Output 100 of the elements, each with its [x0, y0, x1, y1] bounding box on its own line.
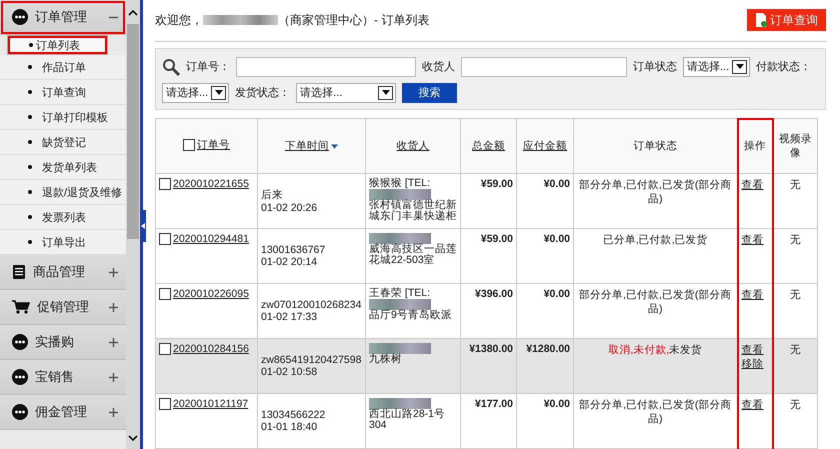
- address-line: 西北山路28-1号: [369, 409, 446, 420]
- menu-item[interactable]: 订单列表: [7, 35, 108, 55]
- buyer-name: 13001636767: [261, 244, 326, 256]
- field-label: 付款状态：: [756, 60, 812, 74]
- address-line: 威海高技区一品莲: [369, 244, 457, 255]
- menu-item[interactable]: 发货单列表: [0, 155, 126, 180]
- column-header[interactable]: 订单号: [156, 118, 258, 174]
- checkbox[interactable]: [159, 178, 171, 190]
- checkbox[interactable]: [159, 233, 171, 245]
- order-number-link[interactable]: 2020010121197: [173, 398, 248, 410]
- action-link[interactable]: 查看: [742, 399, 764, 411]
- column-header[interactable]: 总金额: [460, 118, 516, 174]
- table-cell: 无: [772, 394, 818, 448]
- sidebar-toggle[interactable]: [140, 210, 146, 242]
- checkbox[interactable]: [183, 139, 195, 151]
- order-status: 取消,未付款,未发货: [574, 338, 738, 394]
- order-time: 01-02 20:14: [261, 256, 318, 268]
- order-number-link[interactable]: 2020010226095: [173, 288, 249, 300]
- table-cell: ¥0.00: [516, 228, 574, 284]
- redacted-block: [369, 189, 431, 200]
- dropdown-icon: [732, 60, 748, 74]
- shipping-status-select[interactable]: 请选择...: [296, 82, 396, 102]
- address-line: 张村镇富德世纪新: [369, 200, 457, 211]
- dots-circle-icon: [12, 404, 28, 420]
- column-header: 操作: [738, 118, 772, 174]
- address-line: 城东门丰巢快递柜: [369, 211, 457, 222]
- dots-circle-icon: [12, 9, 28, 25]
- field-label: 发货状态：: [235, 86, 290, 100]
- column-header: 订单状态: [574, 118, 738, 174]
- address-line: 花城22-503室: [369, 255, 436, 266]
- table-cell: 无: [772, 174, 818, 228]
- order-time: 01-02 10:58: [261, 366, 318, 378]
- checkbox[interactable]: [159, 343, 171, 355]
- table-cell: ¥1380.00: [460, 338, 516, 394]
- bullet-icon: [29, 43, 33, 47]
- plus-icon: [109, 372, 118, 382]
- scrollbar[interactable]: [126, 0, 140, 449]
- recipient-field[interactable]: [461, 56, 627, 76]
- menu-item[interactable]: 订单查询: [0, 80, 126, 105]
- field-label: 收货人: [422, 60, 455, 74]
- search-icon: [162, 58, 180, 76]
- action-link[interactable]: 查看: [742, 234, 764, 246]
- cart-icon: [12, 300, 30, 314]
- table-cell: ¥1280.00: [516, 338, 574, 394]
- table-cell: ¥177.00: [460, 394, 516, 448]
- menu-group-header[interactable]: 佣金管理: [0, 395, 126, 430]
- menu-group-header[interactable]: 实播购: [0, 325, 126, 360]
- order-query-button[interactable]: 订单查询: [747, 9, 826, 32]
- address-line: 304: [369, 420, 388, 431]
- menu-group-header[interactable]: 订单管理: [0, 0, 126, 35]
- buyer-name: zw070120010268234: [261, 299, 362, 311]
- payment-status-select[interactable]: 请选择...: [162, 82, 230, 102]
- menu-item[interactable]: 发票列表: [0, 205, 126, 230]
- bullet-icon: [28, 140, 32, 144]
- menu-item[interactable]: 缺货登记: [0, 130, 126, 155]
- dots-circle-icon: [12, 334, 28, 350]
- document-icon: [755, 13, 767, 28]
- column-header[interactable]: 下单时间: [258, 118, 366, 174]
- scroll-up-icon: [128, 10, 138, 16]
- table-cell: ¥59.00: [460, 228, 516, 284]
- checkbox[interactable]: [159, 288, 171, 300]
- action-link[interactable]: 查看: [742, 179, 764, 191]
- buyer-name: zw865419120427598: [261, 354, 362, 366]
- address-line: 品厅9号青岛欧派: [369, 310, 453, 321]
- welcome-text: 欢迎您，: [155, 12, 203, 29]
- bullet-icon: [28, 115, 32, 119]
- field-label: 订单号：: [186, 60, 230, 74]
- order-status-select[interactable]: 请选择...: [683, 56, 750, 76]
- checkbox[interactable]: [159, 398, 171, 410]
- recipient-name: 猴猴猴 [TEL:: [369, 178, 432, 189]
- order-number-field[interactable]: [236, 56, 416, 76]
- address-line: 九株树: [369, 354, 403, 365]
- action-link[interactable]: 查看: [742, 344, 764, 356]
- sort-down-icon: [331, 144, 338, 148]
- table-cell: ¥0.00: [516, 174, 574, 228]
- menu-group-header[interactable]: 商品管理: [0, 255, 126, 290]
- redacted-block: [369, 299, 431, 310]
- search-button[interactable]: 搜索: [402, 82, 458, 102]
- menu-item[interactable]: 订单导出: [0, 230, 126, 255]
- menu-group-header[interactable]: 促销管理: [0, 290, 126, 325]
- order-number-link[interactable]: 2020010294481: [173, 233, 249, 245]
- action-link[interactable]: 移除: [742, 358, 764, 370]
- menu-group-header[interactable]: 宝销售: [0, 360, 126, 395]
- order-number-link[interactable]: 2020010284156: [173, 343, 249, 355]
- column-header[interactable]: 收货人: [366, 118, 460, 174]
- redacted-block: [369, 233, 431, 244]
- scrollbar-thumb[interactable]: [127, 24, 140, 239]
- menu-item[interactable]: 作品订单: [0, 55, 126, 80]
- buyer-name: 13034566222: [261, 409, 326, 421]
- order-number-link[interactable]: 2020010221655: [173, 178, 249, 190]
- dropdown-icon: [211, 86, 226, 100]
- menu-item[interactable]: 订单打印模板: [0, 105, 126, 130]
- action-link[interactable]: 查看: [742, 289, 764, 301]
- table-cell: ¥0.00: [516, 394, 574, 448]
- plus-icon: [109, 408, 118, 416]
- menu-item[interactable]: 退款/退货及维修: [0, 180, 126, 205]
- bullet-icon: [28, 240, 32, 244]
- table-cell: 无: [772, 228, 818, 284]
- column-header[interactable]: 应付金额: [516, 118, 574, 174]
- plus-icon: [109, 268, 118, 276]
